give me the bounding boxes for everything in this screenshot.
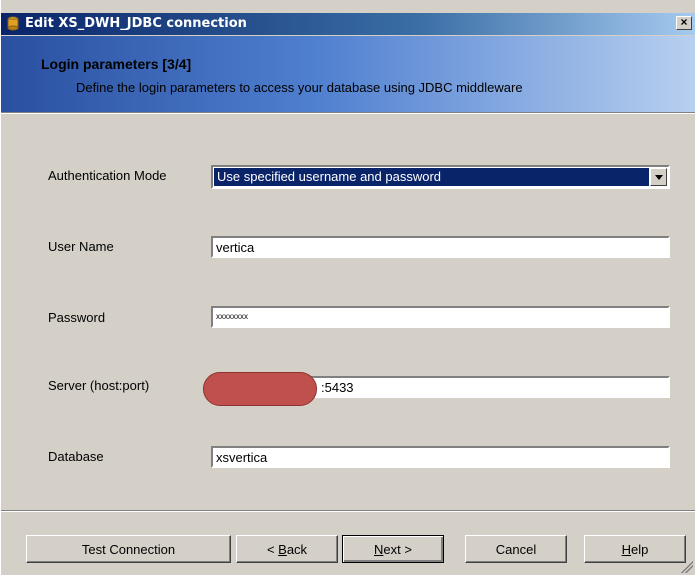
next-label-rest: ext >	[383, 541, 412, 557]
help-button[interactable]: Help	[584, 535, 686, 563]
cancel-label: Cancel	[495, 541, 537, 557]
server-label: Server (host:port)	[48, 378, 150, 393]
close-icon: ×	[680, 15, 688, 29]
user-name-label: User Name	[48, 239, 114, 254]
back-label-mnemonic: B	[278, 541, 287, 557]
back-label-prefix: <	[266, 541, 279, 557]
back-button[interactable]: < Back	[236, 535, 338, 563]
user-name-input[interactable]: vertica	[211, 236, 670, 258]
help-label-mnemonic: H	[621, 541, 632, 557]
chevron-down-icon[interactable]	[650, 168, 667, 186]
authentication-mode-select[interactable]: Use specified username and password	[211, 165, 670, 189]
wizard-step-description: Define the login parameters to access yo…	[76, 80, 523, 95]
password-label: Password	[48, 310, 106, 325]
test-connection-button[interactable]: Test Connection	[26, 535, 231, 563]
close-button[interactable]: ×	[676, 16, 692, 30]
back-label-rest: ack	[286, 541, 308, 557]
help-label-rest: elp	[631, 541, 649, 557]
test-connection-label: Test Connection	[81, 541, 176, 557]
window-title: Edit XS_DWH_JDBC connection	[25, 16, 247, 31]
database-icon	[7, 16, 19, 31]
wizard-header: Login parameters [3/4] Define the login …	[1, 36, 695, 112]
database-label: Database	[48, 449, 104, 464]
authentication-mode-label: Authentication Mode	[48, 168, 167, 183]
title-bar[interactable]: Edit XS_DWH_JDBC connection ×	[1, 13, 695, 35]
next-button[interactable]: Next >	[342, 535, 444, 563]
authentication-mode-value: Use specified username and password	[214, 168, 649, 186]
footer-separator	[1, 510, 695, 512]
wizard-step-title: Login parameters [3/4]	[41, 56, 192, 72]
dialog-window: Edit XS_DWH_JDBC connection × Login para…	[0, 0, 695, 575]
database-input[interactable]: xsvertica	[211, 446, 670, 468]
password-input[interactable]: xxxxxxxx	[211, 306, 670, 328]
header-separator	[1, 112, 695, 114]
resize-grip[interactable]	[681, 561, 693, 573]
redaction-mark	[203, 372, 317, 406]
next-label-mnemonic: N	[374, 541, 384, 557]
cancel-button[interactable]: Cancel	[465, 535, 567, 563]
